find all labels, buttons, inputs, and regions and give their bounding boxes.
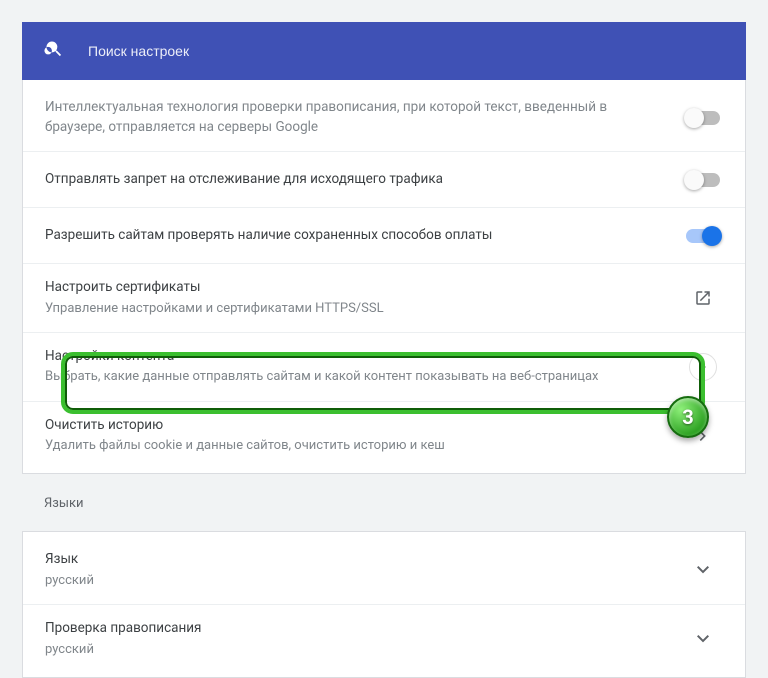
row-title: Интеллектуальная технология проверки пра… (45, 98, 667, 137)
chevron-right-icon (683, 431, 723, 441)
chevron-down-icon (683, 566, 723, 574)
row-language[interactable]: Язык русский (23, 536, 745, 604)
row-value: русский (45, 572, 667, 590)
search-bar[interactable] (22, 22, 746, 80)
row-do-not-track[interactable]: Отправлять запрет на отслеживание для ис… (23, 151, 745, 207)
row-title: Язык (45, 550, 667, 570)
privacy-card: Интеллектуальная технология проверки пра… (22, 80, 746, 474)
languages-card: Язык русский Проверка правописания русск… (22, 531, 746, 678)
row-payment-check[interactable]: Разрешить сайтам проверять наличие сохра… (23, 207, 745, 263)
open-external-icon (683, 289, 723, 307)
toggle-payment-check[interactable] (686, 229, 720, 243)
row-subtitle: Удалить файлы cookie и данные сайтов, оч… (45, 437, 667, 455)
row-title: Проверка правописания (45, 619, 667, 639)
row-title: Отправлять запрет на отслеживание для ис… (45, 170, 667, 190)
section-heading-languages: Языки (22, 474, 746, 519)
row-title: Настроить сертификаты (45, 278, 667, 298)
row-clear-browsing-data[interactable]: Очистить историю Удалить файлы cookie и … (23, 401, 745, 470)
row-subtitle: Выбрать, какие данные отправлять сайтам … (45, 368, 667, 386)
row-content-settings[interactable]: Настройки контента Выбрать, какие данные… (23, 332, 745, 401)
row-spellcheck-service[interactable]: Интеллектуальная технология проверки пра… (23, 84, 745, 151)
row-title: Настройки контента (45, 347, 667, 367)
row-subtitle: Управление настройками и сертификатами H… (45, 300, 667, 318)
row-manage-certificates[interactable]: Настроить сертификаты Управление настрой… (23, 263, 745, 332)
row-spell-check[interactable]: Проверка правописания русский (23, 604, 745, 673)
chevron-right-icon (689, 353, 717, 381)
toggle-do-not-track[interactable] (686, 173, 720, 187)
row-title: Очистить историю (45, 416, 667, 436)
search-icon (44, 39, 64, 63)
row-value: русский (45, 641, 667, 659)
chevron-down-icon (683, 635, 723, 643)
toggle-spellcheck-service[interactable] (686, 111, 720, 125)
search-input[interactable] (88, 43, 724, 59)
row-title: Разрешить сайтам проверять наличие сохра… (45, 226, 667, 246)
